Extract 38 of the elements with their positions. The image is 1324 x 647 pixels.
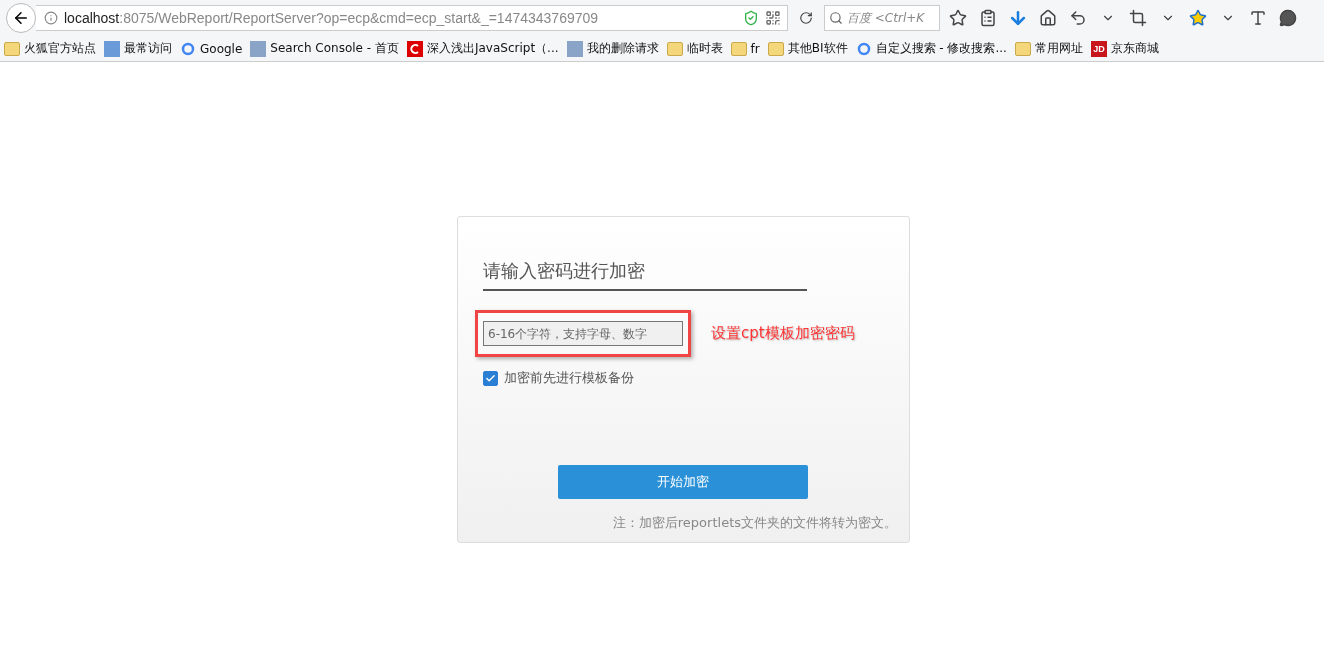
annotation-text: 设置cpt模板加密密码 <box>711 324 855 343</box>
page-icon <box>104 40 120 57</box>
bookmark-link[interactable]: 我的删除请求 <box>566 40 659 57</box>
bookmark-link[interactable]: fr <box>730 41 760 56</box>
bookmark-link[interactable]: JD 京东商城 <box>1090 40 1159 57</box>
bookmark-link[interactable]: 火狐官方站点 <box>4 40 96 57</box>
backup-label: 加密前先进行模板备份 <box>504 369 634 387</box>
backup-checkbox[interactable] <box>483 370 498 386</box>
console-icon <box>566 40 583 57</box>
bookmark-link[interactable]: 最常访问 <box>104 40 172 57</box>
card-title: 请输入密码进行加密 <box>483 259 807 291</box>
back-button[interactable] <box>6 3 36 33</box>
g-logo-icon <box>855 40 872 57</box>
folder-icon <box>4 41 20 56</box>
note-text: 注：加密后reportlets文件夹的文件将转为密文。 <box>612 514 897 532</box>
folder-icon <box>730 41 747 56</box>
qr-code-icon <box>765 10 781 26</box>
g-logo-icon <box>180 40 196 57</box>
bookmark-link[interactable]: 深入浅出JavaScript（... <box>406 40 559 57</box>
c-logo-icon <box>406 40 423 57</box>
bookmark-link[interactable]: 自定义搜索 - 修改搜索... <box>855 40 1007 57</box>
search-field[interactable]: 百度 <Ctrl+K <box>824 5 940 31</box>
address-field[interactable]: localhost:8075/WebReport/ReportServer?op=ecp&cmd=ecp_start&_=1474343769709 <box>36 5 788 31</box>
info-icon <box>44 11 58 25</box>
password-field[interactable]: 6-16个字符，支持字母、数字 <box>483 321 683 346</box>
shield-icon <box>743 10 759 26</box>
search-icon <box>829 11 843 25</box>
folder-icon <box>1014 41 1031 56</box>
bookmark-link[interactable]: 常用网址 <box>1014 40 1083 57</box>
folder-icon <box>767 41 784 56</box>
bookmark-link[interactable]: Google <box>180 40 243 57</box>
bookmark-link[interactable]: 其他BI软件 <box>767 40 848 57</box>
checkmark-icon <box>485 372 496 384</box>
bookmark-link[interactable]: Search Console - 首页 <box>250 40 399 57</box>
folder-icon <box>666 41 683 56</box>
jd-logo-icon: JD <box>1090 40 1107 57</box>
console-icon <box>250 40 267 57</box>
bookmark-link[interactable]: 临时表 <box>666 40 723 57</box>
